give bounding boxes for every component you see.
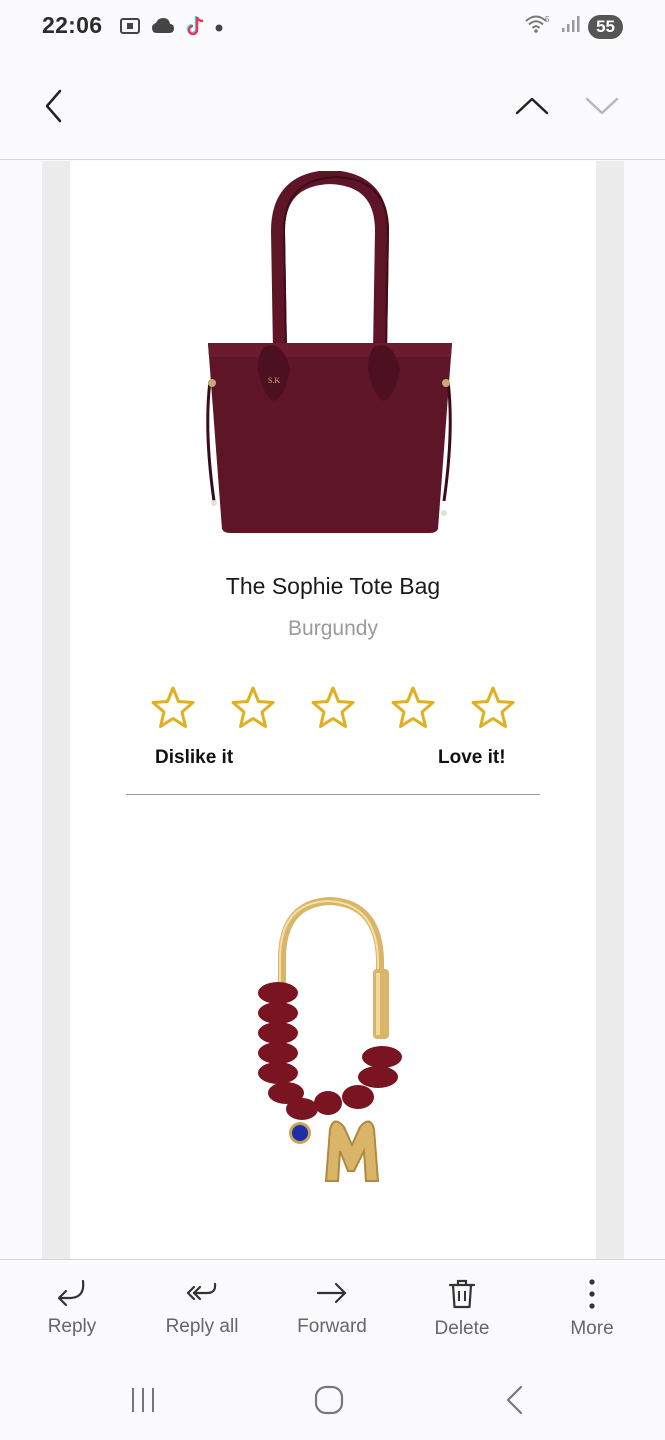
chevron-down-icon [584, 95, 620, 122]
screenshot-icon [118, 14, 142, 43]
previous-email-button[interactable] [510, 86, 554, 130]
email-body: S.K The Sophie Tote Bag Burgundy Dislike… [70, 161, 596, 1259]
home-icon [314, 1385, 344, 1415]
section-divider [126, 794, 540, 795]
product-title[interactable]: The Sophie Tote Bag [70, 573, 596, 600]
reply-label: Reply [47, 1316, 97, 1337]
star-4-icon[interactable] [390, 685, 436, 731]
more-label: More [570, 1318, 614, 1339]
email-actions-toolbar: Reply Reply all Forward Delete More [0, 1259, 665, 1359]
battery-indicator: 55 [588, 14, 623, 39]
star-2-icon[interactable] [230, 685, 276, 731]
status-icons-left [118, 14, 224, 43]
cloud-icon [150, 16, 176, 41]
more-vertical-icon [589, 1279, 595, 1309]
home-button[interactable] [299, 1378, 359, 1422]
reply-all-icon [186, 1282, 217, 1301]
trash-icon [448, 1279, 476, 1309]
reply-all-label: Reply all [165, 1316, 239, 1337]
star-5-icon[interactable] [470, 685, 516, 731]
system-navigation-bar [0, 1360, 665, 1440]
rating-high-label: Love it! [438, 747, 506, 768]
forward-button[interactable]: Forward [277, 1260, 387, 1358]
star-3-icon[interactable] [310, 685, 356, 731]
forward-label: Forward [297, 1316, 367, 1337]
reply-icon [57, 1279, 85, 1307]
product-color: Burgundy [288, 617, 378, 640]
status-icons-right: 5 55 [524, 12, 623, 41]
star-1-icon[interactable] [150, 685, 196, 731]
svg-text:5: 5 [545, 15, 550, 24]
rating-low-label: Dislike it [155, 747, 234, 768]
more-button[interactable]: More [537, 1260, 647, 1358]
tote-bag-image[interactable]: S.K [200, 169, 460, 546]
status-time: 22:06 [42, 12, 103, 38]
signal-icon [560, 14, 580, 39]
email-nav-bar [0, 56, 665, 160]
back-icon [506, 1385, 523, 1415]
reply-all-button[interactable]: Reply all [147, 1260, 257, 1358]
next-email-button[interactable] [580, 86, 624, 130]
status-bar: 22:06 5 55 [0, 0, 665, 56]
reply-button[interactable]: Reply [17, 1260, 127, 1358]
svg-text:S.K: S.K [268, 376, 280, 385]
delete-button[interactable]: Delete [407, 1260, 517, 1358]
keyring-image[interactable] [230, 889, 430, 1204]
chevron-up-icon [514, 95, 550, 122]
forward-arrow-icon [316, 1282, 347, 1304]
delete-label: Delete [434, 1318, 490, 1339]
tiktok-icon [184, 14, 206, 43]
chevron-left-icon [42, 88, 66, 129]
rating-stars [150, 685, 516, 731]
dot-icon [214, 20, 224, 38]
wifi-icon: 5 [524, 12, 552, 41]
recents-button[interactable] [113, 1378, 173, 1422]
system-back-button[interactable] [485, 1378, 545, 1422]
recents-icon [132, 1388, 154, 1412]
back-button[interactable] [32, 86, 76, 130]
